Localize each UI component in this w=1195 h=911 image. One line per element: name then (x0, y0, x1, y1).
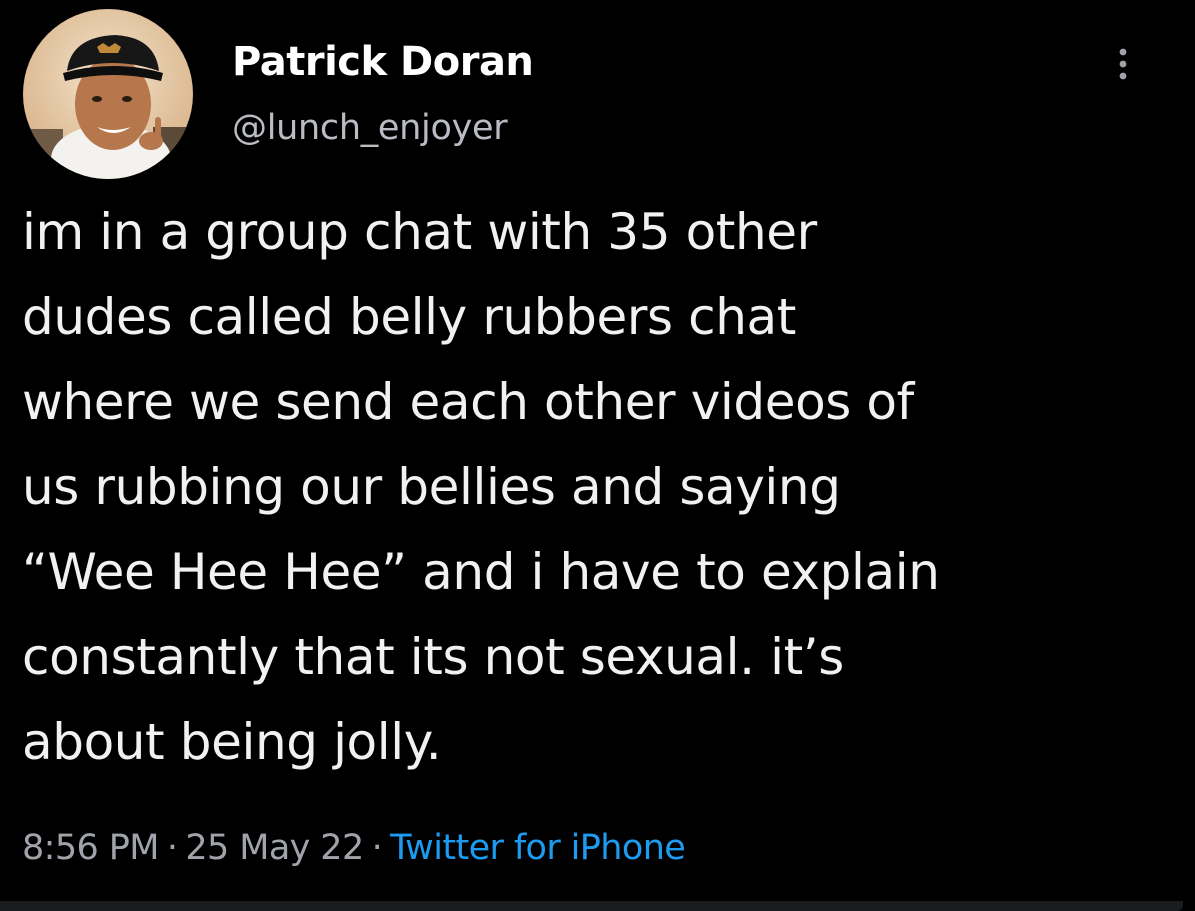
meta-separator: · (371, 828, 383, 868)
card-bottom-edge (0, 901, 1183, 911)
tweet-text: im in a group chat with 35 other dudes c… (22, 203, 940, 771)
more-options-button[interactable] (1106, 44, 1140, 84)
tweet-date[interactable]: 25 May 22 (185, 828, 364, 868)
avatar-photo-icon (23, 9, 193, 179)
author-name[interactable]: Patrick Doran (232, 38, 534, 86)
tweet-time[interactable]: 8:56 PM (22, 828, 159, 868)
tweet-metadata: 8:56 PM · 25 May 22 · Twitter for iPhone (22, 824, 686, 872)
tweet-source-link[interactable]: Twitter for iPhone (390, 828, 686, 868)
more-vertical-icon (1119, 48, 1127, 80)
meta-separator: · (166, 828, 178, 868)
author-avatar[interactable] (23, 9, 193, 179)
tweet-card: Patrick Doran @lunch_enjoyer im in a gro… (0, 0, 1195, 911)
author-handle[interactable]: @lunch_enjoyer (232, 106, 508, 150)
